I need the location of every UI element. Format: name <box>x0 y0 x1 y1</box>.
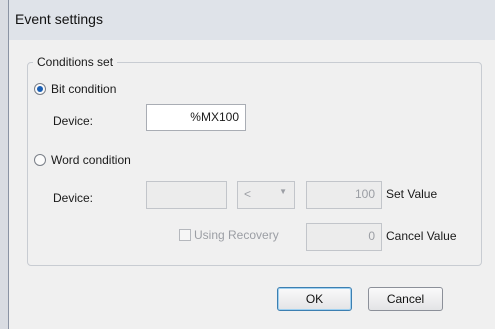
bit-device-label: Device: <box>53 114 94 128</box>
set-value-input[interactable]: 100 <box>306 181 382 209</box>
bit-condition-radio[interactable] <box>34 83 46 95</box>
conditions-legend: Conditions set <box>33 55 118 69</box>
bit-condition-label[interactable]: Bit condition <box>51 82 116 96</box>
cancel-value-label: Cancel Value <box>386 229 457 243</box>
word-condition-label[interactable]: Word condition <box>51 153 131 167</box>
word-condition-radio[interactable] <box>34 154 46 166</box>
chevron-down-icon: ▼ <box>279 187 287 196</box>
ok-button[interactable]: OK <box>277 287 352 311</box>
title-bar[interactable]: Event settings <box>9 0 495 40</box>
event-settings-dialog: Event settings Conditions set Bit condit… <box>8 0 495 329</box>
cancel-value-input[interactable]: 0 <box>306 223 382 251</box>
operator-select[interactable]: < ▼ <box>237 181 295 209</box>
operator-value: < <box>244 187 252 201</box>
set-value-label: Set Value <box>386 187 438 201</box>
window-title: Event settings <box>15 11 103 27</box>
word-device-label: Device: <box>53 191 94 205</box>
using-recovery-checkbox[interactable] <box>179 229 191 241</box>
bit-device-input[interactable]: %MX100 <box>146 104 246 131</box>
word-device-input[interactable] <box>146 181 227 209</box>
using-recovery-label[interactable]: Using Recovery <box>194 228 279 242</box>
cancel-button[interactable]: Cancel <box>368 287 443 311</box>
